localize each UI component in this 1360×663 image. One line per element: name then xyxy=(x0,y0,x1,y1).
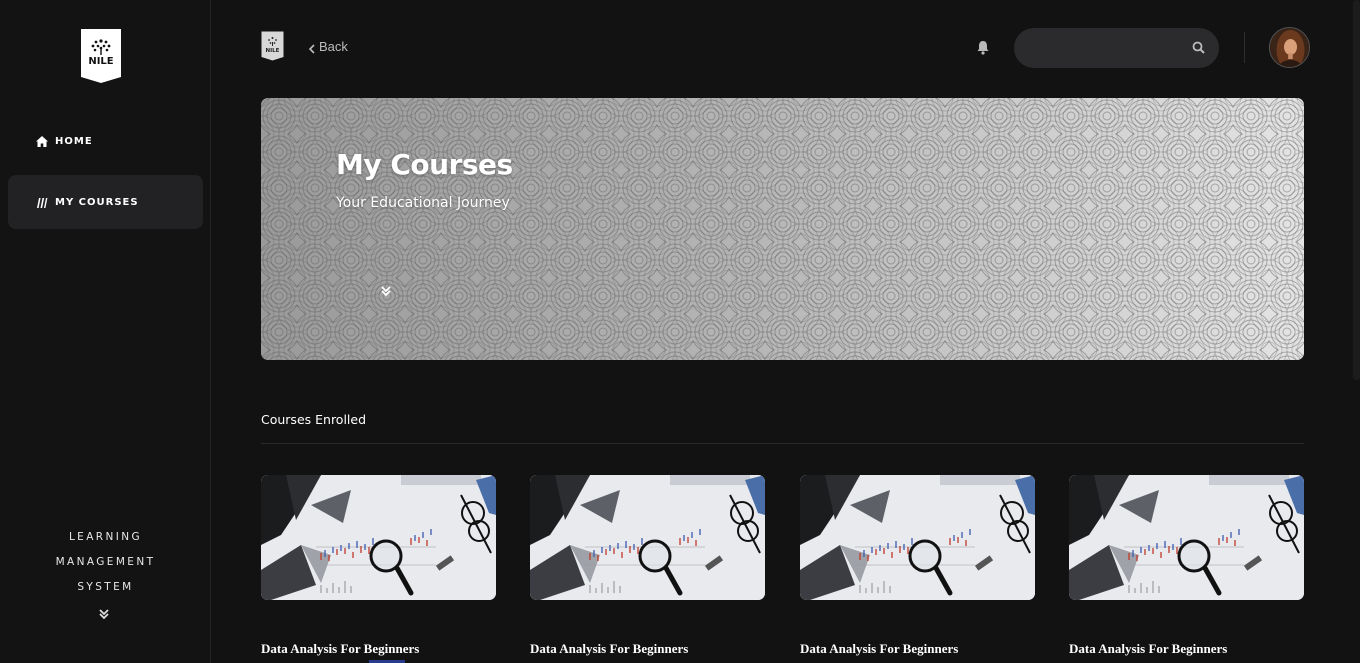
hero-pattern xyxy=(261,98,1304,360)
double-chevron-down-icon[interactable] xyxy=(380,284,392,297)
hero-banner: My Courses Your Educational Journey xyxy=(261,98,1304,360)
home-icon xyxy=(36,135,48,147)
lms-line: LEARNING xyxy=(68,531,143,543)
course-illustration xyxy=(800,475,1035,600)
user-avatar[interactable] xyxy=(1269,27,1310,68)
back-label: Back xyxy=(319,39,348,54)
course-illustration xyxy=(261,475,496,600)
section-title: Courses Enrolled xyxy=(261,412,367,427)
course-illustration xyxy=(530,475,765,600)
search-input[interactable] xyxy=(1014,28,1219,68)
app-root: NILE HOME MY COURSES LEARNING MANAGEMENT… xyxy=(0,0,1360,663)
nile-logo-small[interactable]: NILE xyxy=(261,31,284,61)
logo-text: NILE xyxy=(88,56,113,67)
course-thumbnail[interactable] xyxy=(530,475,765,600)
logo-text: NILE xyxy=(266,48,280,54)
sidebar-item-label: MY COURSES xyxy=(55,196,139,208)
course-illustration xyxy=(1069,475,1304,600)
sidebar: NILE HOME MY COURSES LEARNING MANAGEMENT… xyxy=(0,0,211,663)
course-card[interactable]: Data Analysis For Beginners xyxy=(1069,475,1304,656)
course-title[interactable]: Data Analysis For Beginners xyxy=(530,641,688,657)
sidebar-item-my-courses[interactable]: MY COURSES xyxy=(8,175,203,229)
course-card[interactable]: Data Analysis For Beginners xyxy=(261,475,496,663)
course-thumbnail[interactable] xyxy=(800,475,1035,600)
books-icon xyxy=(36,196,48,208)
course-title[interactable]: Data Analysis For Beginners xyxy=(1069,641,1227,657)
page-title: My Courses xyxy=(336,148,513,181)
lms-line: MANAGEMENT xyxy=(55,556,156,568)
page-scrollbar[interactable] xyxy=(1353,0,1360,380)
page-subtitle: Your Educational Journey xyxy=(336,195,510,211)
double-chevron-down-icon[interactable] xyxy=(98,607,110,620)
course-thumbnail[interactable] xyxy=(1069,475,1304,600)
chevron-left-icon xyxy=(308,42,316,54)
lms-line: SYSTEM xyxy=(77,581,134,593)
lms-caption: LEARNING MANAGEMENT SYSTEM xyxy=(0,525,211,600)
course-thumbnail[interactable] xyxy=(261,475,496,600)
sidebar-item-label: HOME xyxy=(55,135,93,147)
course-title[interactable]: Data Analysis For Beginners xyxy=(261,641,419,657)
header-divider xyxy=(1244,32,1245,63)
section-divider xyxy=(261,443,1304,444)
course-title[interactable]: Data Analysis For Beginners xyxy=(800,641,958,657)
course-card[interactable]: Data Analysis For Beginners xyxy=(530,475,765,656)
nile-logo[interactable]: NILE xyxy=(80,28,122,84)
bell-icon[interactable] xyxy=(976,40,990,55)
search-icon[interactable] xyxy=(1192,41,1205,54)
sidebar-item-home[interactable]: HOME xyxy=(8,114,203,168)
back-button[interactable]: Back xyxy=(308,39,348,54)
course-card[interactable]: Data Analysis For Beginners xyxy=(800,475,1035,656)
